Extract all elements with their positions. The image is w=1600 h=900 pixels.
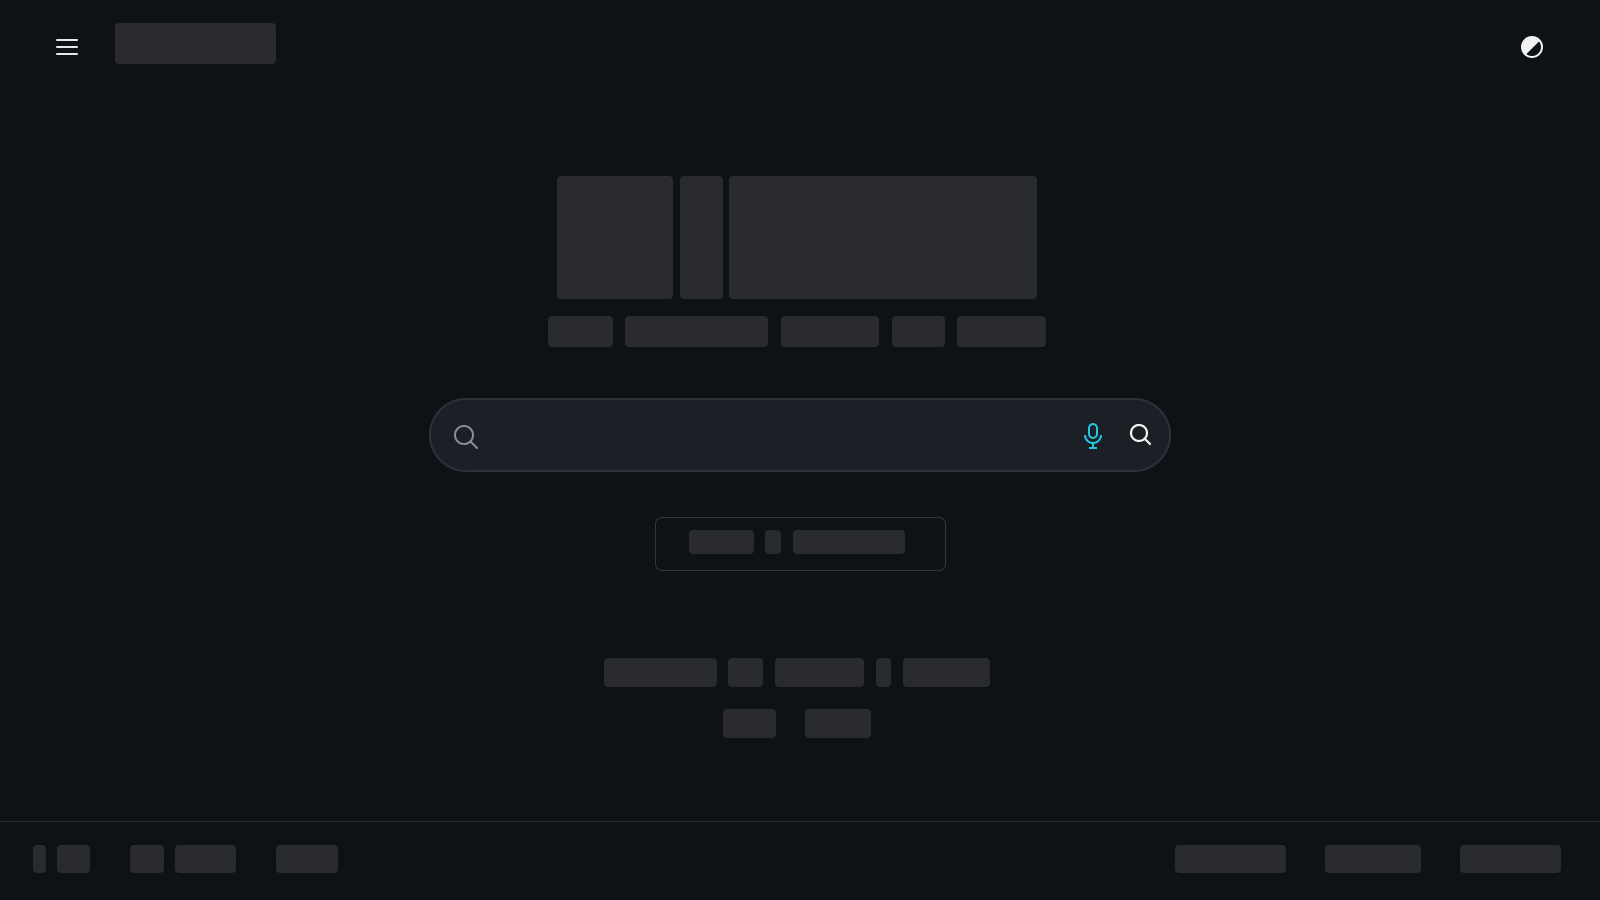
hamburger-menu-icon-line xyxy=(56,53,78,55)
search-bar xyxy=(429,398,1171,472)
footer-link-placeholder[interactable] xyxy=(130,845,164,873)
page xyxy=(0,0,1600,900)
text-placeholder xyxy=(903,658,990,687)
footer-link-placeholder[interactable] xyxy=(175,845,236,873)
link-placeholder[interactable] xyxy=(805,709,871,738)
search-submit-button[interactable] xyxy=(1128,422,1154,448)
text-placeholder xyxy=(876,658,891,687)
footer-link-placeholder[interactable] xyxy=(276,845,338,873)
menu-button[interactable] xyxy=(54,34,82,60)
voice-search-button[interactable] xyxy=(1081,422,1105,450)
tagline-word xyxy=(892,316,945,347)
footer-link-placeholder[interactable] xyxy=(57,845,90,873)
text-placeholder xyxy=(728,658,763,687)
logo-block xyxy=(557,176,673,299)
text-placeholder xyxy=(604,658,717,687)
hamburger-menu-icon xyxy=(56,39,78,41)
button-label-placeholder xyxy=(793,530,905,554)
tagline-word xyxy=(625,316,768,347)
site-logo-placeholder[interactable] xyxy=(115,23,276,64)
search-input[interactable] xyxy=(495,414,1059,460)
button-label-placeholder xyxy=(765,530,781,554)
tagline-word xyxy=(548,316,613,347)
contrast-half-circle-icon xyxy=(1521,36,1543,58)
footer-link-placeholder[interactable] xyxy=(1460,845,1561,873)
secondary-action-button[interactable] xyxy=(655,517,946,571)
microphone-icon xyxy=(1084,423,1102,449)
search-icon xyxy=(454,425,478,449)
hamburger-menu-icon-line xyxy=(56,46,78,48)
footer xyxy=(0,821,1600,900)
tagline-word xyxy=(781,316,879,347)
tagline-word xyxy=(957,316,1046,347)
footer-link-placeholder[interactable] xyxy=(33,845,46,873)
logo-block xyxy=(680,176,723,299)
search-icon xyxy=(1129,423,1152,446)
button-label-placeholder xyxy=(689,530,754,554)
theme-toggle-button[interactable] xyxy=(1520,35,1544,59)
footer-link-placeholder[interactable] xyxy=(1325,845,1421,873)
link-placeholder[interactable] xyxy=(723,709,776,738)
logo-block xyxy=(729,176,1037,299)
footer-link-placeholder[interactable] xyxy=(1175,845,1286,873)
text-placeholder xyxy=(775,658,864,687)
